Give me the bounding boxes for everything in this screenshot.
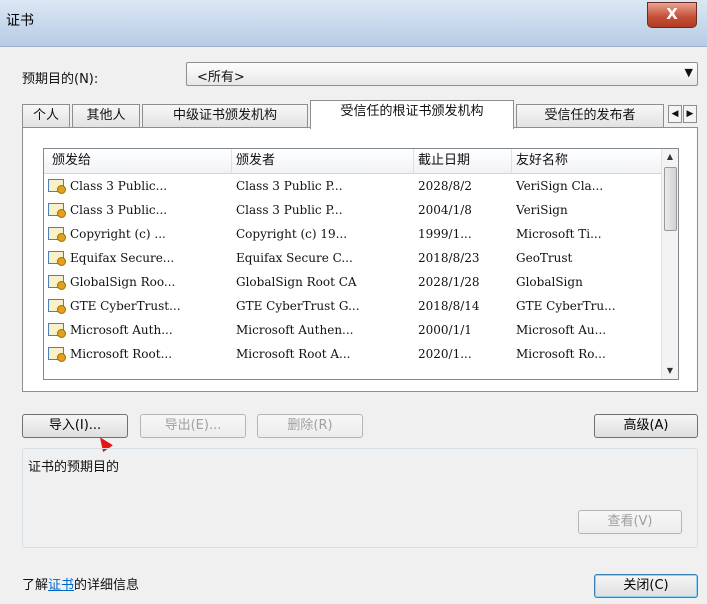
tab-personal[interactable]: 个人: [22, 104, 70, 128]
table-row[interactable]: Copyright (c) ... Copyright (c) 19... 1999…: [44, 222, 664, 246]
table-row[interactable]: GTE CyberTrust... GTE CyberTrust G... 2018…: [44, 294, 664, 318]
learn-more-text: 了解证书的详细信息: [22, 574, 139, 593]
tab-scroll-left-icon[interactable]: ◀: [668, 105, 682, 123]
cell-expires: 2028/1/28: [418, 275, 480, 289]
column-issued-by[interactable]: 颁发者: [232, 149, 414, 173]
scroll-down-icon[interactable]: ▼: [662, 363, 678, 379]
cell-issued-to: Equifax Secure...: [70, 251, 175, 265]
intended-purposes-label: 证书的预期目的: [28, 456, 120, 475]
export-button[interactable]: 导出(E)...: [140, 414, 246, 438]
tab-panel: 颁发给 颁发者 截止日期 友好名称 Class 3 Public... Class…: [22, 127, 698, 392]
cell-friendly: Microsoft Ti...: [516, 227, 602, 241]
cell-issued-by: Equifax Secure C...: [236, 251, 353, 265]
cell-expires: 2028/8/2: [418, 179, 472, 193]
cell-issued-by: Class 3 Public P...: [236, 179, 343, 193]
tab-scroll-right-icon[interactable]: ▶: [683, 105, 697, 123]
cell-issued-by: GlobalSign Root CA: [236, 275, 357, 289]
intended-purpose-value: <所有>: [197, 70, 245, 85]
cell-issued-by: Copyright (c) 19...: [236, 227, 348, 241]
chevron-down-icon: ▼: [684, 66, 693, 79]
certificate-icon: [48, 203, 66, 218]
scrollbar-thumb[interactable]: [664, 167, 677, 231]
cell-issued-to: Class 3 Public...: [70, 179, 168, 193]
certificate-icon: [48, 227, 66, 242]
cell-expires: 2018/8/14: [418, 299, 480, 313]
column-issued-to[interactable]: 颁发给: [44, 149, 232, 173]
table-row[interactable]: Class 3 Public... Class 3 Public P... 2028…: [44, 174, 664, 198]
cell-issued-to: Class 3 Public...: [70, 203, 168, 217]
certificate-icon: [48, 347, 66, 362]
certificate-icon: [48, 179, 66, 194]
list-scrollbar[interactable]: ▲ ▼: [661, 149, 678, 379]
cell-issued-to: GlobalSign Roo...: [70, 275, 176, 289]
intended-purpose-label: 预期目的(N):: [22, 72, 99, 87]
certificate-icon: [48, 275, 66, 290]
cell-issued-to: GTE CyberTrust...: [70, 299, 181, 313]
certificate-icon: [48, 323, 66, 338]
cell-friendly: VeriSign Cla...: [516, 179, 604, 193]
store-tabs: 个人 其他人 中级证书颁发机构 受信任的根证书颁发机构 受信任的发布者 ◀ ▶: [22, 100, 698, 129]
table-row[interactable]: Microsoft Root... Microsoft Root A... 2020…: [44, 342, 664, 366]
learn-more-prefix: 了解: [22, 578, 49, 593]
list-header: 颁发给 颁发者 截止日期 友好名称: [44, 149, 664, 174]
column-expiration[interactable]: 截止日期: [414, 149, 512, 173]
cell-issued-by: GTE CyberTrust G...: [236, 299, 360, 313]
cell-issued-by: Microsoft Root A...: [236, 347, 351, 361]
import-button[interactable]: 导入(I)...: [22, 414, 128, 438]
table-row[interactable]: Class 3 Public... Class 3 Public P... 2004…: [44, 198, 664, 222]
column-friendly-name[interactable]: 友好名称: [512, 149, 664, 173]
cell-issued-to: Microsoft Root...: [70, 347, 173, 361]
remove-button[interactable]: 删除(R): [257, 414, 363, 438]
window-title: 证书: [6, 13, 34, 29]
close-icon: X: [666, 5, 678, 23]
cell-expires: 2000/1/1: [418, 323, 472, 337]
table-row[interactable]: Equifax Secure... Equifax Secure C... 2018…: [44, 246, 664, 270]
certificate-icon: [48, 299, 66, 314]
tab-intermediate-ca[interactable]: 中级证书颁发机构: [142, 104, 308, 128]
cell-issued-by: Microsoft Authen...: [236, 323, 354, 337]
cell-expires: 2018/8/23: [418, 251, 480, 265]
cell-friendly: GlobalSign: [516, 275, 583, 289]
tab-other-people[interactable]: 其他人: [72, 104, 140, 128]
list-rows: Class 3 Public... Class 3 Public P... 2028…: [44, 174, 664, 366]
cell-issued-to: Microsoft Auth...: [70, 323, 173, 337]
cell-friendly: VeriSign: [516, 203, 568, 217]
table-row[interactable]: GlobalSign Roo... GlobalSign Root CA 2028/…: [44, 270, 664, 294]
intended-purpose-select[interactable]: <所有> ▼: [186, 62, 698, 86]
cell-issued-to: Copyright (c) ...: [70, 227, 166, 241]
close-window-button[interactable]: X: [647, 2, 697, 28]
close-button[interactable]: 关闭(C): [594, 574, 698, 598]
tab-trusted-root-ca[interactable]: 受信任的根证书颁发机构: [310, 100, 514, 129]
certificates-link[interactable]: 证书: [48, 578, 74, 593]
learn-more-suffix: 的详细信息: [74, 578, 140, 593]
cell-expires: 1999/1...: [418, 227, 472, 241]
cell-expires: 2004/1/8: [418, 203, 472, 217]
certificates-dialog: 证书 X 预期目的(N): <所有> ▼ 个人 其他人 中级证书颁发机构 受信任…: [0, 0, 707, 604]
title-bar[interactable]: 证书 X: [0, 0, 707, 47]
cell-friendly: GeoTrust: [516, 251, 573, 265]
tab-trusted-publishers[interactable]: 受信任的发布者: [516, 104, 664, 128]
certificate-icon: [48, 251, 66, 266]
cell-issued-by: Class 3 Public P...: [236, 203, 343, 217]
cell-friendly: GTE CyberTru...: [516, 299, 616, 313]
view-button[interactable]: 查看(V): [578, 510, 682, 534]
scroll-up-icon[interactable]: ▲: [662, 149, 678, 165]
cell-friendly: Microsoft Ro...: [516, 347, 606, 361]
cell-friendly: Microsoft Au...: [516, 323, 607, 337]
table-row[interactable]: Microsoft Auth... Microsoft Authen... 2000…: [44, 318, 664, 342]
cell-expires: 2020/1...: [418, 347, 472, 361]
certificate-list[interactable]: 颁发给 颁发者 截止日期 友好名称 Class 3 Public... Class…: [43, 148, 679, 380]
advanced-button[interactable]: 高级(A): [594, 414, 698, 438]
